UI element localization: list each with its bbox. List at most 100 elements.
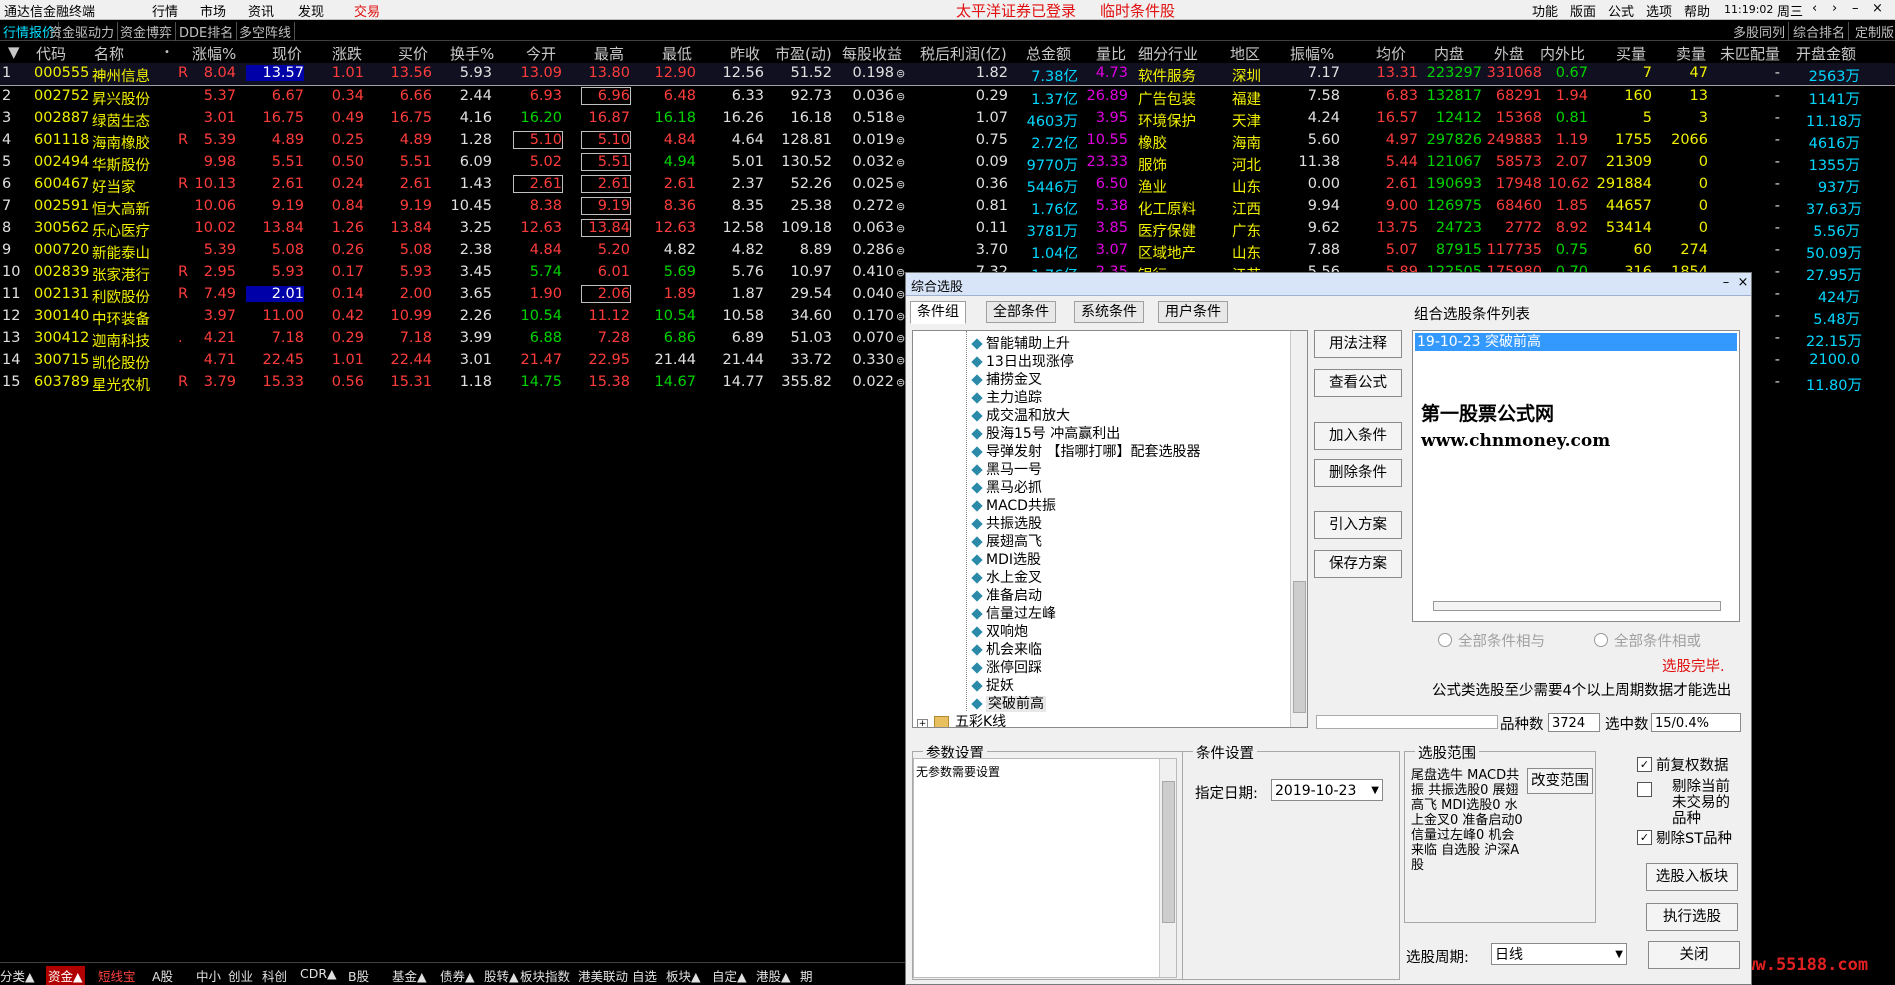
tree-item[interactable]: MACD共振 (971, 495, 1056, 514)
info-icon[interactable]: ⊜ (896, 200, 905, 213)
import-plan-button[interactable]: 引入方案 (1314, 511, 1402, 539)
col-open[interactable]: 今开 (526, 43, 556, 64)
tree-item[interactable]: 准备启动 (971, 585, 1042, 604)
col-unmatched[interactable]: 未匹配量 (1720, 43, 1780, 64)
category-tab[interactable]: 资金▲ (46, 966, 85, 985)
forward-arrow-icon[interactable]: › (1832, 1, 1837, 16)
col-eps[interactable]: 每股收益 (842, 43, 902, 64)
col-high[interactable]: 最高 (594, 43, 624, 64)
col-net-profit[interactable]: 税后利润(亿) (920, 43, 1007, 64)
tab-fund-game[interactable]: 资金博弈 (117, 22, 177, 41)
back-arrow-icon[interactable]: ‹ (1812, 1, 1817, 16)
category-tab[interactable]: 港股▲ (756, 966, 791, 985)
table-row[interactable]: 7 002591 恒大高新 10.06 9.19 0.84 9.19 10.45 8.38 9.1… (0, 196, 1895, 218)
col-amount[interactable]: 总金额 (1026, 43, 1071, 64)
menu-discover[interactable]: 发现 (298, 1, 324, 20)
info-icon[interactable]: ⊜ (896, 376, 905, 389)
tree-item[interactable]: 成交温和放大 (971, 405, 1070, 424)
chevron-down-icon[interactable]: ▼ (1615, 944, 1623, 966)
col-name[interactable]: 名称 (94, 43, 124, 64)
chevron-down-icon[interactable]: ▼ (1371, 780, 1379, 802)
table-row[interactable]: 5 002494 华斯股份 9.98 5.51 0.50 5.51 6.09 5.02 5.51 4… (0, 152, 1895, 174)
dialog-close-icon[interactable]: × (1735, 275, 1751, 291)
table-row[interactable]: 9 000720 新能泰山 5.39 5.08 0.26 5.08 2.38 4.84 5.20 4… (0, 240, 1895, 262)
col-code[interactable]: 代码 (36, 43, 66, 64)
delete-condition-button[interactable]: 删除条件 (1314, 459, 1402, 487)
col-in-out-ratio[interactable]: 内外比 (1540, 43, 1585, 64)
table-row[interactable]: 4 601118 海南橡胶 R 5.39 4.89 0.25 4.89 1.28 5.10 5.10… (0, 130, 1895, 152)
date-picker[interactable]: 2019-10-23 ▼ (1271, 779, 1383, 801)
tab-bull-bear[interactable]: 多空阵线 (236, 22, 296, 41)
tree-item[interactable]: 展翅高飞 (971, 531, 1042, 550)
add-condition-button[interactable]: 加入条件 (1314, 422, 1402, 450)
condition-list[interactable]: 19-10-23 突破前高 第一股票公式网 www.chnmoney.com (1412, 330, 1740, 622)
category-tab[interactable]: 基金▲ (392, 966, 427, 985)
tab-condition-group[interactable]: 条件组 (910, 301, 966, 324)
tab-composite-rank[interactable]: 综合排名 (1790, 22, 1850, 41)
chk-forward-rights[interactable]: ✓ (1637, 757, 1652, 772)
param-scrollbar[interactable] (1159, 759, 1176, 977)
condition-tree[interactable]: 智能辅助上升 13日出现涨停 捕捞金叉 主力追踪 成交温和放大 股海15号 冲高赢利出 导弹… (912, 330, 1308, 728)
menu-trade[interactable]: 交易 (354, 1, 380, 20)
usage-notes-button[interactable]: 用法注释 (1314, 330, 1402, 358)
col-price[interactable]: 现价 (272, 43, 302, 64)
to-block-button[interactable]: 选股入板块 (1646, 863, 1738, 891)
tab-all-conditions[interactable]: 全部条件 (986, 301, 1056, 323)
col-industry[interactable]: 细分行业 (1138, 43, 1198, 64)
info-icon[interactable]: ⊜ (896, 354, 905, 367)
col-change-pct[interactable]: 涨幅% (192, 43, 236, 64)
info-icon[interactable]: ⊜ (896, 112, 905, 125)
tree-item[interactable]: 股海15号 冲高赢利出 (971, 423, 1120, 442)
tab-dde-rank[interactable]: DDE排名 (176, 22, 238, 41)
col-bid[interactable]: 买价 (398, 43, 428, 64)
menu-quotes[interactable]: 行情 (152, 1, 178, 20)
tree-item[interactable]: 共振选股 (971, 513, 1042, 532)
col-change[interactable]: 涨跌 (332, 43, 362, 64)
category-tab[interactable]: 分类▲ (0, 966, 35, 985)
info-icon[interactable]: ⊜ (896, 266, 905, 279)
tree-item[interactable]: 黑马必抓 (971, 477, 1042, 496)
tree-item[interactable]: 黑马一号 (971, 459, 1042, 478)
col-inner[interactable]: 内盘 (1434, 43, 1464, 64)
tree-item[interactable]: MDI选股 (971, 549, 1041, 568)
category-tab[interactable]: 债券▲ (440, 966, 475, 985)
category-tab[interactable]: A股 (152, 966, 173, 985)
menu-options[interactable]: 选项 (1646, 1, 1672, 20)
category-tab[interactable]: 板块▲ (666, 966, 701, 985)
category-tab[interactable]: 板块指数 (520, 966, 570, 985)
menu-market[interactable]: 市场 (200, 1, 226, 20)
category-tab[interactable]: 中小 (196, 966, 221, 985)
category-tab[interactable]: 自选 (632, 966, 657, 985)
menu-formula[interactable]: 公式 (1608, 1, 1634, 20)
tab-user-conditions[interactable]: 用户条件 (1158, 301, 1228, 323)
change-range-button[interactable]: 改变范围 (1527, 768, 1593, 794)
info-icon[interactable]: ⊜ (896, 244, 905, 257)
tree-item[interactable]: 13日出现涨停 (971, 351, 1074, 370)
category-tab[interactable]: 科创 (262, 966, 287, 985)
category-tab[interactable]: 港美联动 (578, 966, 628, 985)
tab-custom[interactable]: 定制版 (1852, 22, 1895, 41)
tree-item[interactable]: 捉妖 (971, 675, 1014, 694)
col-turnover[interactable]: 换手% (450, 43, 494, 64)
tree-scrollbar[interactable] (1290, 331, 1307, 727)
execute-button[interactable]: 执行选股 (1646, 903, 1738, 931)
minimize-icon[interactable]: – (1852, 1, 1859, 16)
category-tab[interactable]: 股转▲ (484, 966, 519, 985)
info-icon[interactable]: ⊜ (896, 156, 905, 169)
col-amplitude[interactable]: 振幅% (1290, 43, 1334, 64)
dialog-minimize-icon[interactable]: – (1718, 275, 1734, 291)
menu-layout[interactable]: 版面 (1570, 1, 1596, 20)
tab-multi-stock[interactable]: 多股同列 (1730, 22, 1790, 41)
radio-all-or[interactable] (1594, 633, 1608, 647)
tree-item[interactable]: 突破前高 (971, 693, 1046, 712)
info-icon[interactable]: ⊜ (896, 222, 905, 235)
col-low[interactable]: 最低 (662, 43, 692, 64)
tree-item[interactable]: 捕捞金叉 (971, 369, 1042, 388)
tab-system-conditions[interactable]: 系统条件 (1074, 301, 1144, 323)
view-formula-button[interactable]: 查看公式 (1314, 369, 1402, 397)
save-plan-button[interactable]: 保存方案 (1314, 550, 1402, 578)
info-icon[interactable]: ⊜ (896, 288, 905, 301)
info-icon[interactable]: ⊜ (896, 332, 905, 345)
table-row[interactable]: 8 300562 乐心医疗 10.02 13.84 1.26 13.84 3.25 12.63 1… (0, 218, 1895, 240)
col-pe[interactable]: 市盈(动) (775, 43, 832, 64)
